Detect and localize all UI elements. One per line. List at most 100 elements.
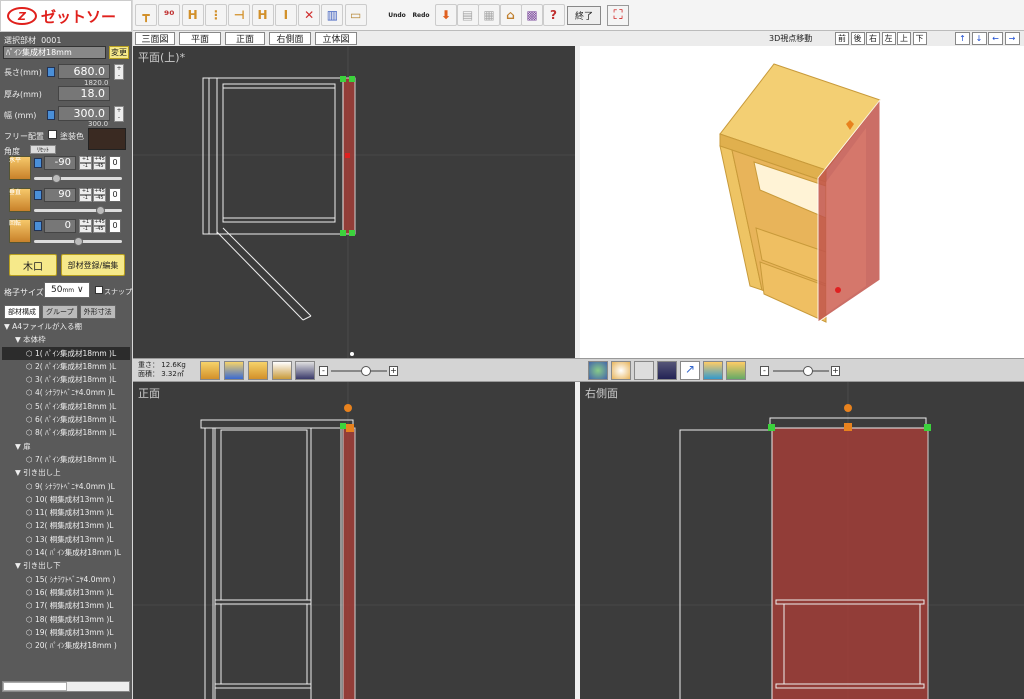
end-button[interactable]: 終了 — [567, 6, 601, 25]
angle-zero-button[interactable]: 0 — [109, 219, 121, 233]
zoom-slider-knob-3d[interactable] — [803, 366, 813, 376]
arrow-up-icon[interactable]: ↑ — [955, 32, 970, 45]
side-view[interactable]: 右側面 — [580, 382, 1024, 699]
tab-three-view[interactable]: 三面図 — [135, 32, 175, 45]
reset-button[interactable]: ﾘｾｯﾄ — [30, 145, 56, 154]
tree-item[interactable]: ⬡ 1( ﾊﾟｲﾝ集成材18mm )L — [2, 346, 130, 360]
width-input[interactable]: 300.0 — [58, 106, 110, 121]
zoom-in-button[interactable]: + — [389, 366, 398, 376]
tree-folder[interactable]: ▼ 引き出し下 — [2, 559, 130, 572]
tab-dimensions[interactable]: 外形寸法 — [79, 305, 116, 319]
delete-icon[interactable]: ✕ — [298, 4, 321, 26]
zoom-slider[interactable] — [331, 366, 387, 376]
angle-step-button[interactable]: +1 — [79, 156, 92, 163]
zoom-in-button-3d[interactable]: + — [831, 366, 840, 376]
calculator-icon[interactable] — [47, 67, 55, 77]
tree-folder[interactable]: ▼ 本体枠 — [2, 333, 130, 346]
angle-step-button[interactable]: +45 — [93, 219, 106, 226]
joint-i-icon[interactable]: I — [274, 4, 297, 26]
angle-input[interactable]: -90 — [44, 156, 76, 170]
help-icon[interactable]: ? — [542, 4, 565, 26]
zoom-slider-3d[interactable] — [773, 366, 829, 376]
angle-step-button[interactable]: -1 — [79, 195, 92, 202]
copy-icon[interactable]: ▤ — [456, 4, 479, 26]
tree-scrollbar[interactable] — [2, 681, 130, 692]
joint-h-icon[interactable]: H — [251, 4, 274, 26]
calculator-icon[interactable] — [47, 110, 55, 120]
board-h-icon[interactable]: H — [181, 4, 204, 26]
tree-item[interactable]: ⬡ 6( ﾊﾟｲﾝ集成材18mm )L — [2, 413, 130, 426]
tree-item[interactable]: ⬡ 5( ﾊﾟｲﾝ集成材18mm )L — [2, 400, 130, 413]
plan-view[interactable]: 平面(上)* — [133, 46, 575, 358]
board-90-icon[interactable]: ⁹⁰ — [158, 4, 181, 26]
tree-item[interactable]: ⬡ 20( ﾊﾟｲﾝ集成材18mm ) — [2, 639, 130, 652]
paste-icon[interactable]: ▦ — [478, 4, 500, 26]
calculator-icon[interactable] — [34, 158, 42, 168]
angle-input[interactable]: 0 — [44, 219, 76, 233]
tree-item[interactable]: ⬡ 16( 桐集成材13mm )L — [2, 586, 130, 599]
nav-back-button[interactable]: 後 — [850, 32, 865, 45]
tab-plan[interactable]: 平面 — [179, 32, 221, 45]
move-right-tool-icon[interactable] — [224, 361, 244, 380]
angle-step-button[interactable]: +1 — [79, 219, 92, 226]
width-stepper[interactable]: + - — [114, 106, 124, 122]
length-input[interactable]: 680.0 — [58, 64, 110, 79]
arrow-down-icon[interactable]: ↓ — [971, 32, 987, 45]
fullscreen-icon[interactable]: ⛶ — [607, 5, 629, 26]
angle-slider[interactable] — [34, 237, 122, 246]
angle-step-button[interactable]: +45 — [93, 156, 106, 163]
angle-slider-knob[interactable] — [96, 206, 105, 215]
tree-item[interactable]: ⬡ 3( ﾊﾟｲﾝ集成材18mm )L — [2, 373, 130, 386]
register-button[interactable]: 部材登録/編集 — [61, 254, 125, 276]
tree-item[interactable]: ⬡ 9( ｼﾅﾗﾜﾄﾍﾞﾆﾔ4.0mm )L — [2, 480, 130, 493]
tree-item[interactable]: ⬡ 4( ｼﾅﾗﾜﾄﾍﾞﾆﾔ4.0mm )L — [2, 386, 130, 399]
angle-step-button[interactable]: -45 — [93, 195, 106, 202]
change-button[interactable]: 変更 — [109, 46, 129, 59]
rotate-icon[interactable] — [703, 361, 723, 380]
palette-icon[interactable]: ▩ — [521, 4, 543, 26]
3d-view[interactable] — [580, 46, 1024, 358]
angle-step-button[interactable]: -45 — [93, 226, 106, 233]
house-icon[interactable]: ⌂ — [499, 4, 522, 26]
length-stepper[interactable]: + - — [114, 64, 124, 80]
calculator-icon[interactable] — [34, 221, 42, 231]
tree-item[interactable]: ⬡ 13( 桐集成材13mm )L — [2, 533, 130, 546]
tree-item[interactable]: ⬡ 2( ﾊﾟｲﾝ集成材18mm )L — [2, 360, 130, 373]
measure-tool-icon[interactable] — [295, 361, 315, 380]
angle-input[interactable]: 90 — [44, 188, 76, 202]
zoom-out-button[interactable]: - — [319, 366, 328, 376]
tab-parts[interactable]: 部材構成 — [4, 305, 40, 319]
board-t-icon[interactable]: ┳ — [135, 4, 157, 26]
joint-left-icon[interactable]: ⊣ — [228, 4, 251, 26]
angle-slider-knob[interactable] — [74, 237, 83, 246]
move-left-tool-icon[interactable] — [200, 361, 220, 380]
axis-icon[interactable]: ↗ — [680, 361, 700, 380]
free-place-checkbox[interactable] — [48, 130, 57, 139]
kiguchi-button[interactable]: 木口 — [9, 254, 57, 276]
tree-item[interactable]: ⬡ 10( 桐集成材13mm )L — [2, 493, 130, 506]
nav-right-button[interactable]: 右 — [866, 32, 880, 45]
grid-size-select[interactable]: 50mm ∨ — [44, 282, 90, 298]
tree-item[interactable]: ⬡ 18( 桐集成材13mm )L — [2, 613, 130, 626]
undo-icon[interactable]: Undo — [386, 4, 408, 26]
tree-item[interactable]: ⬡ 8( ﾊﾟｲﾝ集成材18mm )L — [2, 426, 130, 439]
tree-item[interactable]: ⬡ 17( 桐集成材13mm )L — [2, 599, 130, 612]
clock-icon[interactable] — [611, 361, 631, 380]
tree-item[interactable]: ⬡ 19( 桐集成材13mm )L — [2, 626, 130, 639]
angle-slider-knob[interactable] — [52, 174, 61, 183]
tree-item[interactable]: ⬡ 11( 桐集成材13mm )L — [2, 506, 130, 519]
tree-folder[interactable]: ▼ 扉 — [2, 440, 130, 453]
angle-step-button[interactable]: +45 — [93, 188, 106, 195]
board-dowel-icon[interactable]: ⋮ — [204, 4, 227, 26]
arrow-right-icon[interactable]: → — [1004, 32, 1020, 45]
angle-slider[interactable] — [34, 206, 122, 215]
tree-item[interactable]: ⬡ 7( ﾊﾟｲﾝ集成材18mm )L — [2, 453, 130, 466]
cabinet-icon[interactable] — [657, 361, 677, 380]
redo-icon[interactable]: Redo — [410, 4, 432, 26]
plank-icon[interactable]: ▭ — [344, 4, 367, 26]
render-icon[interactable] — [588, 361, 608, 380]
zoom-slider-knob[interactable] — [361, 366, 371, 376]
snap-checkbox[interactable] — [95, 286, 103, 294]
tree-folder[interactable]: ▼ 引き出し上 — [2, 466, 130, 479]
angle-slider[interactable] — [34, 174, 122, 183]
